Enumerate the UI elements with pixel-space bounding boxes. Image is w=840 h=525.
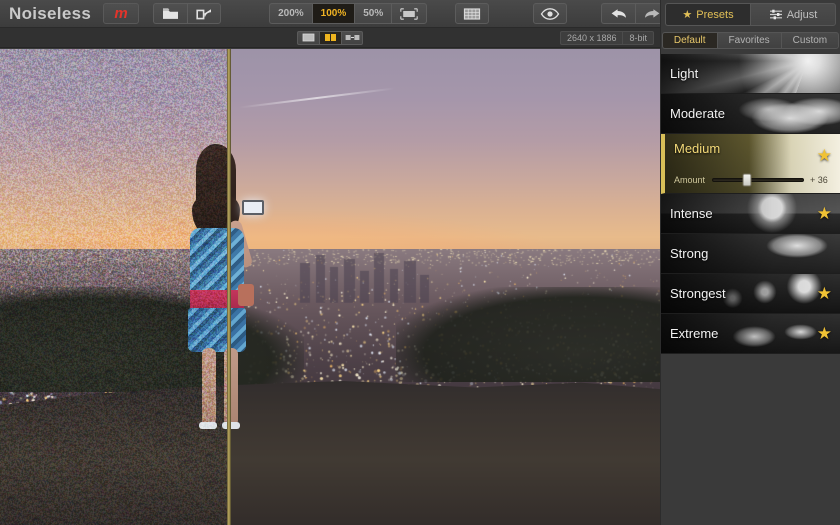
image-bit-depth: 8-bit [622,31,654,45]
left-sandal [199,422,217,430]
subtab-default[interactable]: Default [661,32,717,49]
preset-label: Strong [670,246,709,261]
subtab-custom[interactable]: Custom [780,32,840,49]
undo-arrow-icon[interactable] [601,3,636,24]
file-button-group [153,3,222,24]
open-folder-icon[interactable] [153,3,188,24]
split-view-button[interactable] [319,30,341,45]
tab-presets[interactable]: ★ Presets [665,3,750,26]
tab-adjust-label: Adjust [786,8,818,21]
preset-label: Strongest [670,286,726,301]
preset-label: Intense [670,206,713,221]
amount-slider-row: Amount + 36 [665,173,840,187]
photo-preview [0,49,660,525]
preset-row-light[interactable]: Light [661,54,840,94]
sliders-icon [769,9,783,20]
preset-row-extreme[interactable]: Extreme ★ [661,314,840,354]
zoom-100-button[interactable]: 100% [311,3,355,24]
amount-value: + 36 [810,175,828,185]
view-mode-group [297,30,363,45]
preset-row-medium[interactable]: Medium ★ Amount + 36 [661,134,840,194]
right-sandal [222,422,240,430]
pink-waistband [190,290,244,311]
grid-icon[interactable] [455,3,490,24]
preset-row-strongest[interactable]: Strongest ★ [661,274,840,314]
split-divider-handle[interactable] [227,49,231,525]
zoom-level-group: 200% 100% 50% [269,3,428,24]
single-view-button[interactable] [297,30,319,45]
fit-screen-icon[interactable] [391,3,428,24]
preset-subtab-group: Default Favorites Custom [661,28,840,54]
panel-tab-group: ★ Presets Adjust [661,0,840,28]
macphun-logo-badge: m [103,3,140,24]
patterned-top [190,228,244,295]
zoom-50-button[interactable]: 50% [354,3,392,24]
logo-letter: m [114,5,128,22]
shoulder-bag [238,284,254,307]
patterned-skirt [188,308,246,353]
preset-list: Light Moderate Medium ★ Amount + 36 Inte… [661,54,840,354]
tab-presets-label: Presets [696,8,734,21]
phone-screen [242,200,264,216]
share-export-icon[interactable] [187,3,222,24]
image-metadata: 2640 x 1886 8-bit [559,28,660,48]
preset-row-strong[interactable]: Strong [661,234,840,274]
preset-row-moderate[interactable]: Moderate [661,94,840,134]
favorite-star-icon[interactable]: ★ [817,284,832,304]
right-brush [396,287,660,383]
left-leg [202,348,216,427]
image-dimensions: 2640 x 1886 [559,31,623,45]
star-icon: ★ [682,9,693,21]
favorite-star-icon[interactable]: ★ [817,204,832,224]
amount-slider-knob[interactable] [742,173,752,187]
favorite-star-icon[interactable]: ★ [817,146,832,166]
preset-label: Light [670,66,699,81]
image-canvas[interactable] [0,49,660,525]
tab-adjust[interactable]: Adjust [750,3,836,26]
right-panel: ★ Presets Adjust Default Favorites Custo… [660,0,840,525]
noiseless-app-window: Noiseless m 200% 100% 50% 2640 x 1886 8-… [0,0,840,525]
view-sub-toolbar: 2640 x 1886 8-bit [0,28,660,48]
subtab-favorites[interactable]: Favorites [716,32,781,49]
app-title: Noiseless [9,3,92,23]
woman-figure [178,144,264,458]
amount-slider-track[interactable] [712,173,804,187]
favorite-star-icon[interactable]: ★ [817,324,832,344]
preset-row-intense[interactable]: Intense ★ [661,194,840,234]
amount-label: Amount [674,175,706,185]
preset-label: Extreme [670,326,719,341]
preset-label: Medium [674,141,721,156]
compare-view-button[interactable] [341,30,363,45]
preset-label: Moderate [670,106,725,121]
eye-preview-icon[interactable] [533,3,568,24]
zoom-200-button[interactable]: 200% [269,3,312,24]
